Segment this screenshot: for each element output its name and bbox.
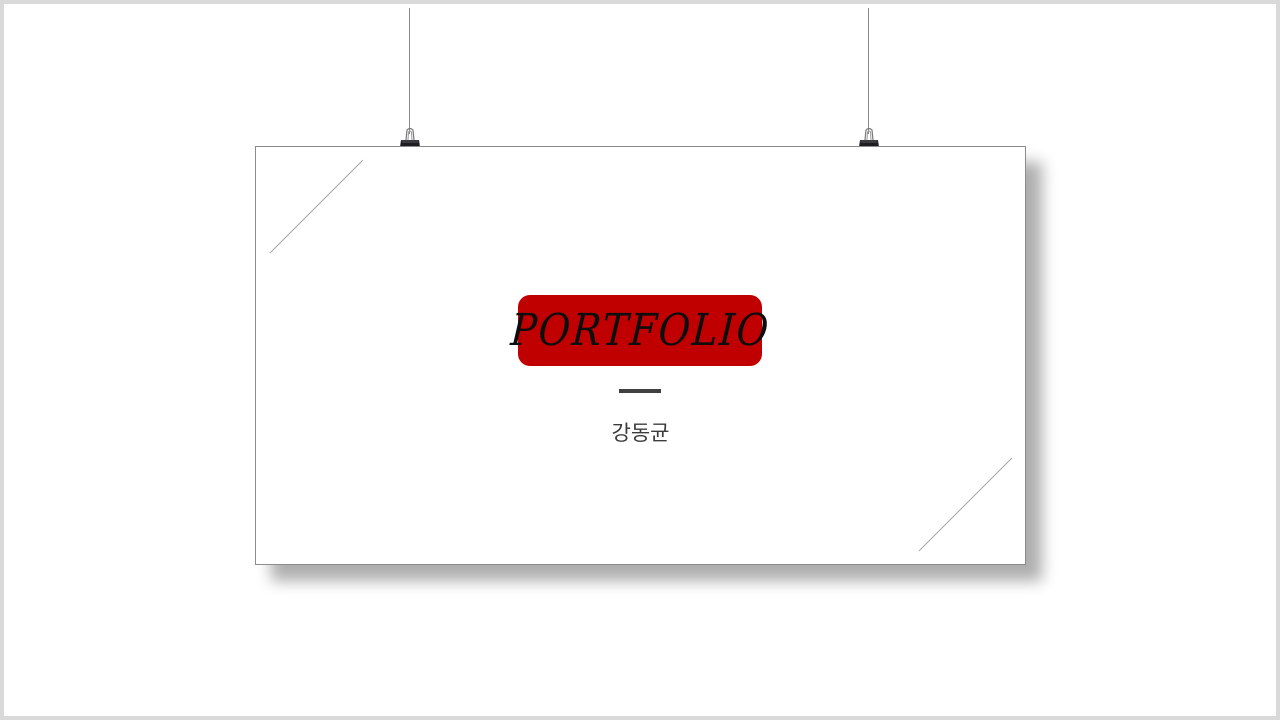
hanging-string-left xyxy=(409,8,410,134)
author-name: 강동균 xyxy=(611,421,670,445)
portfolio-poster: PORTFOLIO 강동균 xyxy=(255,146,1026,565)
title-badge: PORTFOLIO xyxy=(509,295,771,366)
hanging-string-right xyxy=(868,8,869,134)
slide-frame: PORTFOLIO 강동균 xyxy=(0,0,1280,720)
poster-title: PORTFOLIO xyxy=(508,304,772,356)
title-divider xyxy=(619,389,661,393)
corner-line-bottom-right xyxy=(918,457,1013,552)
corner-line-top-left xyxy=(269,159,364,254)
